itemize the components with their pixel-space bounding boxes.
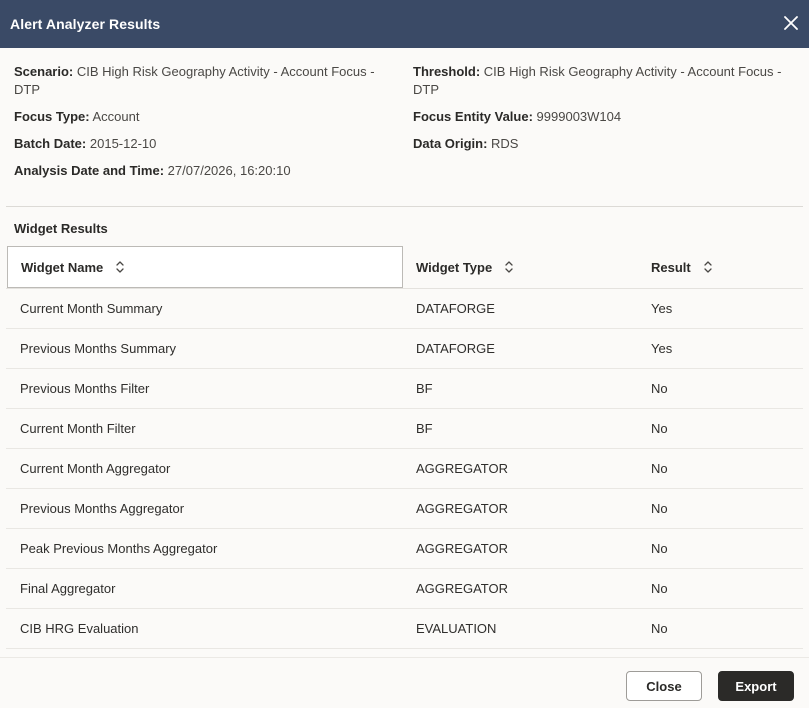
- result-cell: No: [651, 541, 668, 556]
- footer-divider: [0, 657, 809, 658]
- widget-name-cell: Current Month Summary: [20, 301, 163, 316]
- table-row[interactable]: Previous Months Aggregator AGGREGATOR No: [6, 489, 803, 529]
- widget-type-cell: AGGREGATOR: [416, 461, 508, 476]
- focus-type-row: Focus Type: Account: [14, 108, 379, 126]
- widget-name-cell: Previous Months Aggregator: [20, 501, 185, 516]
- sort-icon[interactable]: [115, 260, 125, 274]
- widget-name-cell: Previous Months Filter: [20, 381, 150, 396]
- result-cell: No: [651, 501, 668, 516]
- focus-type-label: Focus Type:: [14, 109, 90, 124]
- widget-name-cell: Previous Months Summary: [20, 341, 177, 356]
- widget-type-cell: AGGREGATOR: [416, 501, 508, 516]
- export-button[interactable]: Export: [718, 671, 794, 701]
- result-cell: Yes: [651, 341, 673, 356]
- details-left-column: Scenario: CIB High Risk Geography Activi…: [14, 63, 379, 189]
- close-button[interactable]: Close: [626, 671, 702, 701]
- data-origin-label: Data Origin:: [413, 136, 488, 151]
- widget-name-cell: Peak Previous Months Aggregator: [20, 541, 218, 556]
- analysis-datetime-row: Analysis Date and Time: 27/07/2026, 16:2…: [14, 162, 379, 180]
- widget-type-cell: DATAFORGE: [416, 341, 495, 356]
- focus-type-value: Account: [92, 109, 140, 124]
- result-cell: No: [651, 621, 668, 636]
- table-row[interactable]: Previous Months Summary DATAFORGE Yes: [6, 329, 803, 369]
- result-cell: Yes: [651, 301, 673, 316]
- table-row[interactable]: Peak Previous Months Aggregator AGGREGAT…: [6, 529, 803, 569]
- widget-name-cell: CIB HRG Evaluation: [20, 621, 139, 636]
- alert-analyzer-dialog: Alert Analyzer Results Scenario: CIB Hig…: [0, 0, 809, 708]
- column-header-label: Widget Type: [416, 259, 493, 275]
- table-row[interactable]: Current Month Aggregator AGGREGATOR No: [6, 449, 803, 489]
- widget-type-cell: AGGREGATOR: [416, 581, 508, 596]
- batch-date-label: Batch Date:: [14, 136, 87, 151]
- scenario-row: Scenario: CIB High Risk Geography Activi…: [14, 63, 379, 99]
- focus-entity-label: Focus Entity Value:: [413, 109, 533, 124]
- batch-date-row: Batch Date: 2015-12-10: [14, 135, 379, 153]
- table-body: Current Month Summary DATAFORGE Yes Prev…: [6, 289, 803, 649]
- table-row[interactable]: Previous Months Filter BF No: [6, 369, 803, 409]
- widget-type-cell: EVALUATION: [416, 621, 497, 636]
- table-row[interactable]: Current Month Summary DATAFORGE Yes: [6, 289, 803, 329]
- column-header-label: Widget Name: [21, 259, 104, 275]
- data-origin-row: Data Origin: RDS: [413, 135, 793, 153]
- column-header-widget-type[interactable]: Widget Type: [416, 246, 646, 288]
- widget-type-cell: DATAFORGE: [416, 301, 495, 316]
- threshold-label: Threshold:: [413, 64, 481, 79]
- sort-icon[interactable]: [703, 260, 713, 274]
- column-header-result[interactable]: Result: [651, 246, 801, 288]
- widget-type-cell: BF: [416, 421, 433, 436]
- widget-results-table: Widget Name Widget Type Result Current M…: [6, 246, 803, 649]
- result-cell: No: [651, 581, 668, 596]
- widget-type-cell: AGGREGATOR: [416, 541, 508, 556]
- widget-results-title: Widget Results: [14, 221, 108, 236]
- data-origin-value: RDS: [491, 136, 519, 151]
- focus-entity-value: 9999003W104: [536, 109, 622, 124]
- batch-date-value: 2015-12-10: [89, 136, 157, 151]
- dialog-header: Alert Analyzer Results: [0, 0, 809, 48]
- column-header-label: Result: [651, 259, 691, 275]
- sort-icon[interactable]: [504, 260, 514, 274]
- table-row[interactable]: CIB HRG Evaluation EVALUATION No: [6, 609, 803, 649]
- close-icon[interactable]: [781, 13, 801, 33]
- analysis-datetime-value: 27/07/2026, 16:20:10: [167, 163, 291, 178]
- result-cell: No: [651, 461, 668, 476]
- scenario-label: Scenario:: [14, 64, 74, 79]
- widget-name-cell: Current Month Filter: [20, 421, 136, 436]
- table-row[interactable]: Final Aggregator AGGREGATOR No: [6, 569, 803, 609]
- details-right-column: Threshold: CIB High Risk Geography Activ…: [413, 63, 793, 162]
- widget-name-cell: Current Month Aggregator: [20, 461, 171, 476]
- analysis-datetime-label: Analysis Date and Time:: [14, 163, 165, 178]
- table-row[interactable]: Current Month Filter BF No: [6, 409, 803, 449]
- section-divider: [6, 206, 803, 207]
- dialog-title: Alert Analyzer Results: [10, 16, 161, 32]
- widget-type-cell: BF: [416, 381, 433, 396]
- threshold-row: Threshold: CIB High Risk Geography Activ…: [413, 63, 793, 99]
- column-header-widget-name[interactable]: Widget Name: [7, 246, 403, 288]
- result-cell: No: [651, 421, 668, 436]
- table-header: Widget Name Widget Type Result: [6, 246, 803, 289]
- widget-name-cell: Final Aggregator: [20, 581, 116, 596]
- focus-entity-row: Focus Entity Value: 9999003W104: [413, 108, 793, 126]
- result-cell: No: [651, 381, 668, 396]
